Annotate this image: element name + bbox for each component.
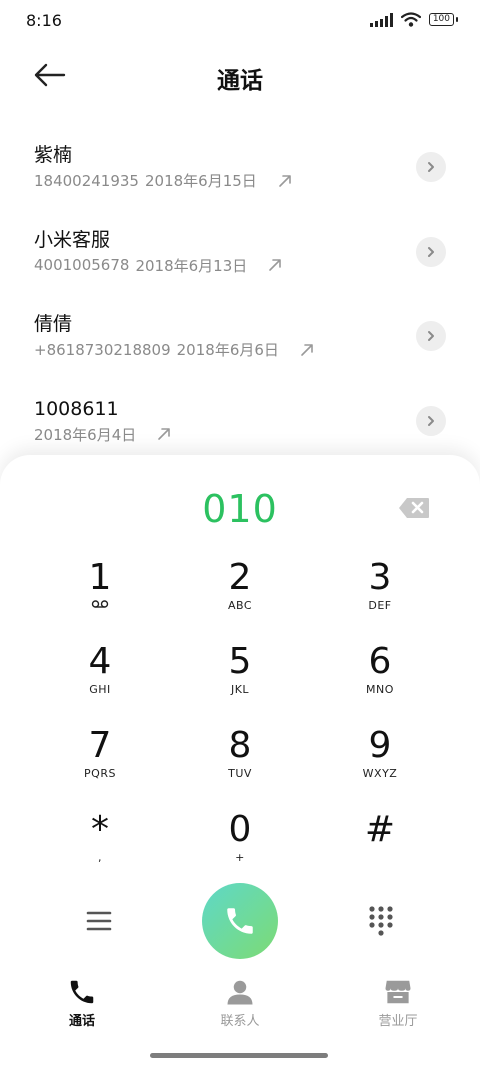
tab-label: 营业厅 [378, 1014, 418, 1029]
phone-icon [70, 980, 94, 1004]
call-date: 2018年6月15日 [144, 172, 257, 190]
dialer-actions [0, 883, 480, 959]
key-digit: 3 [368, 557, 392, 598]
key-3[interactable]: 3 DEF [310, 551, 450, 635]
key-letters: PQRS [84, 767, 116, 780]
dialpad-icon[interactable] [368, 905, 394, 937]
key-hash[interactable]: # [310, 803, 450, 887]
key-digit: 7 [88, 725, 112, 766]
tab-store[interactable]: 营业厅 [338, 977, 458, 1029]
call-details: +8618730218809 2018年6月6日 [34, 339, 480, 360]
header: 通话 [0, 52, 480, 98]
key-6[interactable]: 6 MNO [310, 635, 450, 719]
store-icon [385, 980, 411, 1004]
key-digit: # [364, 809, 396, 850]
caller-name: 紫楠 [34, 144, 73, 166]
key-0[interactable]: 0 + [170, 803, 310, 887]
key-letters: ABC [227, 599, 253, 612]
dialer-sheet: 010 1 2 ABC 3 DEF 4 GHI 5 JKL 6 MNO 7 PQ… [0, 455, 480, 1066]
key-star[interactable]: * , [30, 803, 170, 887]
key-letters: , [98, 851, 102, 864]
chevron-right-icon[interactable] [416, 405, 446, 436]
key-digit: 5 [228, 641, 252, 682]
key-letters: JKL [230, 683, 250, 696]
tab-label: 联系人 [220, 1014, 260, 1029]
keypad: 1 2 ABC 3 DEF 4 GHI 5 JKL 6 MNO 7 PQRS 8… [30, 551, 450, 887]
battery-icon: 100 [428, 13, 459, 26]
key-digit: 4 [88, 641, 112, 682]
call-log-row[interactable]: 1008611 2018年6月4日 [0, 382, 480, 467]
key-8[interactable]: 8 TUV [170, 719, 310, 803]
backspace-icon[interactable] [398, 497, 430, 519]
call-details: 4001005678 2018年6月13日 [34, 255, 480, 276]
key-digit: 9 [368, 725, 392, 766]
key-letters: WXYZ [362, 767, 398, 780]
key-digit: 0 [228, 809, 252, 850]
call-details: 18400241935 2018年6月15日 [34, 170, 480, 191]
key-5[interactable]: 5 JKL [170, 635, 310, 719]
call-details: 2018年6月4日 [34, 424, 480, 445]
key-digit: * [91, 809, 109, 850]
outgoing-call-icon [301, 343, 313, 356]
key-letters: TUV [228, 767, 252, 780]
key-letters: MNO [366, 683, 394, 696]
person-icon [227, 980, 253, 1005]
caller-name: 1008611 [34, 397, 119, 420]
caller-name: 倩倩 [34, 313, 73, 335]
menu-icon[interactable] [86, 908, 112, 934]
caller-number: 18400241935 [34, 171, 139, 190]
key-1[interactable]: 1 [30, 551, 170, 635]
call-date: 2018年6月4日 [34, 425, 137, 444]
key-digit: 2 [228, 557, 252, 598]
caller-number: +8618730218809 [34, 340, 171, 359]
key-letters: + [235, 851, 245, 864]
bottom-tab-bar: 通话 联系人 营业厅 [0, 977, 480, 1037]
caller-number: 4001005678 [34, 256, 130, 274]
caller-name: 小米客服 [34, 228, 111, 251]
call-log-list: 紫楠 18400241935 2018年6月15日 小米客服 400100567… [0, 128, 480, 466]
phone-icon [227, 908, 253, 934]
key-2[interactable]: 2 ABC [170, 551, 310, 635]
key-letters: GHI [89, 683, 111, 696]
outgoing-call-icon [158, 428, 171, 440]
key-digit: 1 [88, 557, 112, 598]
key-4[interactable]: 4 GHI [30, 635, 170, 719]
status-bar: 8:16 100 [0, 0, 480, 40]
call-date: 2018年6月13日 [135, 256, 248, 275]
status-time: 8:16 [26, 11, 62, 30]
outgoing-call-icon [269, 259, 282, 271]
tab-label: 通话 [68, 1014, 95, 1029]
page-title: 通话 [217, 68, 263, 94]
key-digit: 8 [228, 725, 252, 766]
tab-calls[interactable]: 通话 [22, 977, 142, 1029]
key-9[interactable]: 9 WXYZ [310, 719, 450, 803]
tab-contacts[interactable]: 联系人 [180, 977, 300, 1029]
call-screen: 8:16 100 通话 紫楠 18400241935 2018年6月15日 小米… [0, 0, 480, 1066]
call-log-row[interactable]: 小米客服 4001005678 2018年6月13日 [0, 213, 480, 298]
chevron-right-icon[interactable] [416, 152, 446, 182]
call-log-row[interactable]: 紫楠 18400241935 2018年6月15日 [0, 128, 480, 213]
call-date: 2018年6月6日 [176, 341, 279, 359]
key-7[interactable]: 7 PQRS [30, 719, 170, 803]
status-icons: 100 [369, 12, 459, 27]
chevron-right-icon[interactable] [416, 321, 446, 351]
chevron-right-icon[interactable] [416, 236, 446, 267]
key-letters [310, 851, 450, 865]
key-letters: DEF [368, 599, 392, 612]
home-indicator[interactable] [150, 1053, 328, 1058]
call-button[interactable] [202, 883, 278, 959]
signal-icon [369, 12, 393, 27]
call-log-row[interactable]: 倩倩 +8618730218809 2018年6月6日 [0, 297, 480, 382]
outgoing-call-icon [278, 174, 291, 187]
key-digit: 6 [368, 641, 392, 682]
wifi-icon [400, 12, 421, 27]
voicemail-icon [30, 599, 170, 613]
